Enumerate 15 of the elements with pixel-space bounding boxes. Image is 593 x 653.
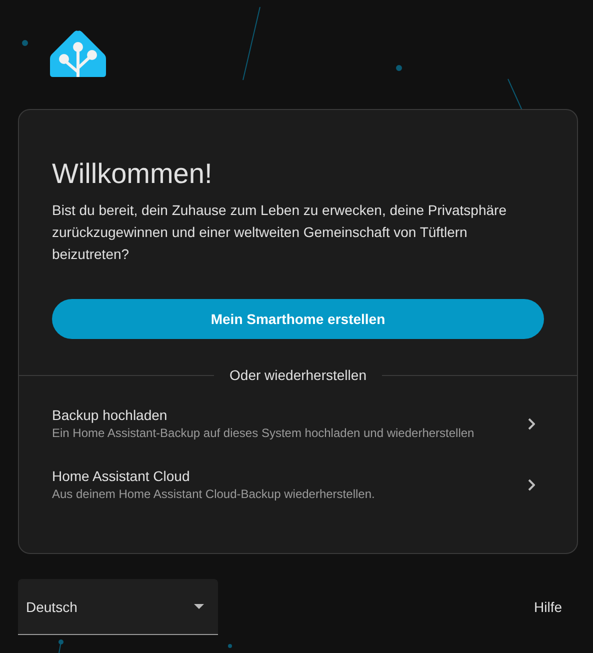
home-logo-icon (50, 30, 106, 78)
restore-option[interactable]: Home Assistant Cloud Aus deinem Home Assistant Cloud-Backup wiederherstellen. (19, 454, 577, 515)
welcome-intro: Bist du bereit, dein Zuhause zum Leben zu erwecken, deine Privatsphäre zurückzugewinnen und einer weltweiten Gemeinschaft von Tüftlern beizutreten? (52, 201, 508, 264)
option-title: Backup hochladen (52, 407, 168, 423)
welcome-title: Willkommen! (52, 158, 214, 190)
help-link[interactable]: Hilfe (526, 591, 578, 623)
dropdown-caret-icon (194, 604, 204, 609)
option-title: Home Assistant Cloud (52, 468, 191, 484)
restore-option[interactable]: Backup hochladen Ein Home Assistant-Backup auf dieses System hochladen und wiederherstellen (19, 393, 577, 454)
chevron-right-icon (528, 418, 535, 430)
option-description: Ein Home Assistant-Backup auf dieses System hochladen und wiederherstellen (52, 426, 476, 440)
language-select[interactable]: Deutsch (18, 579, 218, 635)
option-description: Aus deinem Home Assistant Cloud-Backup wiederherstellen. (52, 487, 376, 501)
chevron-right-icon (528, 478, 535, 490)
divider-label: Oder wiederherstellen (230, 367, 366, 383)
